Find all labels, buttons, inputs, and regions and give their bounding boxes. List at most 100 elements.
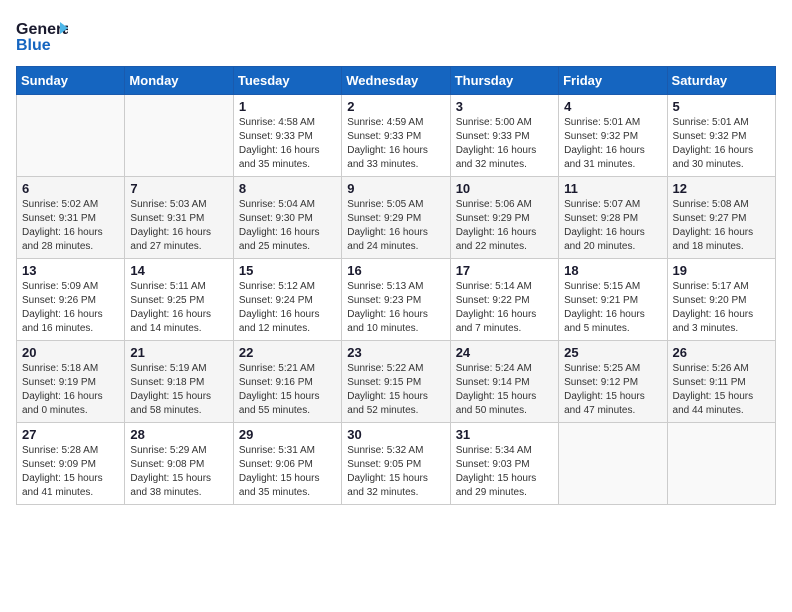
calendar-day-cell: 16 Sunrise: 5:13 AM Sunset: 9:23 PM Dayli… — [342, 259, 450, 341]
day-info: Sunrise: 5:04 AM Sunset: 9:30 PM Dayligh… — [239, 198, 336, 254]
day-number: 4 — [564, 99, 661, 114]
calendar-day-cell: 9 Sunrise: 5:05 AM Sunset: 9:29 PM Daylig… — [342, 177, 450, 259]
day-info: Sunrise: 4:58 AM Sunset: 9:33 PM Dayligh… — [239, 116, 336, 172]
calendar-day-cell: 6Sunrise: 5:02 AM Sunset: 9:31 PM Daylig… — [17, 177, 125, 259]
calendar-day-cell: 3 Sunrise: 5:00 AM Sunset: 9:33 PM Daylig… — [450, 95, 558, 177]
day-number: 10 — [456, 181, 553, 196]
calendar-table: SundayMondayTuesdayWednesdayThursdayFrid… — [16, 66, 776, 505]
day-number: 27 — [22, 427, 119, 442]
calendar-week-row: 20 Sunrise: 5:18 AM Sunset: 9:19 PM Dayli… — [17, 341, 776, 423]
weekday-header-row: SundayMondayTuesdayWednesdayThursdayFrid… — [17, 67, 776, 95]
day-info: Sunrise: 4:59 AM Sunset: 9:33 PM Dayligh… — [347, 116, 444, 172]
day-number: 8 — [239, 181, 336, 196]
calendar-day-cell — [667, 423, 775, 505]
day-number: 9 — [347, 181, 444, 196]
day-number: 22 — [239, 345, 336, 360]
day-number: 29 — [239, 427, 336, 442]
calendar-day-cell: 18 Sunrise: 5:15 AM Sunset: 9:21 PM Dayli… — [559, 259, 667, 341]
calendar-day-cell: 11 Sunrise: 5:07 AM Sunset: 9:28 PM Dayli… — [559, 177, 667, 259]
day-info: Sunrise: 5:15 AM Sunset: 9:21 PM Dayligh… — [564, 280, 661, 336]
day-number: 16 — [347, 263, 444, 278]
day-number: 30 — [347, 427, 444, 442]
logo: General Blue — [16, 16, 68, 54]
day-info: Sunrise: 5:12 AM Sunset: 9:24 PM Dayligh… — [239, 280, 336, 336]
day-number: 19 — [673, 263, 770, 278]
day-info: Sunrise: 5:07 AM Sunset: 9:28 PM Dayligh… — [564, 198, 661, 254]
day-number: 28 — [130, 427, 227, 442]
day-number: 17 — [456, 263, 553, 278]
calendar-day-cell: 26Sunrise: 5:26 AM Sunset: 9:11 PM Dayli… — [667, 341, 775, 423]
day-info: Sunrise: 5:05 AM Sunset: 9:29 PM Dayligh… — [347, 198, 444, 254]
day-info: Sunrise: 5:31 AM Sunset: 9:06 PM Dayligh… — [239, 444, 336, 500]
day-number: 11 — [564, 181, 661, 196]
calendar-day-cell: 31Sunrise: 5:34 AM Sunset: 9:03 PM Dayli… — [450, 423, 558, 505]
calendar-day-cell: 12Sunrise: 5:08 AM Sunset: 9:27 PM Dayli… — [667, 177, 775, 259]
day-info: Sunrise: 5:13 AM Sunset: 9:23 PM Dayligh… — [347, 280, 444, 336]
calendar-day-cell: 8 Sunrise: 5:04 AM Sunset: 9:30 PM Daylig… — [233, 177, 341, 259]
calendar-day-cell: 19 Sunrise: 5:17 AM Sunset: 9:20 PM Dayli… — [667, 259, 775, 341]
day-number: 12 — [673, 181, 770, 196]
calendar-day-cell: 22 Sunrise: 5:21 AM Sunset: 9:16 PM Dayli… — [233, 341, 341, 423]
day-info: Sunrise: 5:32 AM Sunset: 9:05 PM Dayligh… — [347, 444, 444, 500]
weekday-header: Monday — [125, 67, 233, 95]
calendar-day-cell — [125, 95, 233, 177]
day-info: Sunrise: 5:34 AM Sunset: 9:03 PM Dayligh… — [456, 444, 553, 500]
day-info: Sunrise: 5:11 AM Sunset: 9:25 PM Dayligh… — [130, 280, 227, 336]
logo-svg: General Blue — [16, 16, 68, 54]
day-number: 24 — [456, 345, 553, 360]
svg-text:Blue: Blue — [16, 37, 51, 54]
day-number: 5 — [673, 99, 770, 114]
day-number: 1 — [239, 99, 336, 114]
calendar-day-cell: 23 Sunrise: 5:22 AM Sunset: 9:15 PM Dayli… — [342, 341, 450, 423]
weekday-header: Wednesday — [342, 67, 450, 95]
page-header: General Blue — [16, 16, 776, 54]
weekday-header: Thursday — [450, 67, 558, 95]
weekday-header: Sunday — [17, 67, 125, 95]
day-info: Sunrise: 5:22 AM Sunset: 9:15 PM Dayligh… — [347, 362, 444, 418]
calendar-week-row: 27Sunrise: 5:28 AM Sunset: 9:09 PM Dayli… — [17, 423, 776, 505]
day-info: Sunrise: 5:17 AM Sunset: 9:20 PM Dayligh… — [673, 280, 770, 336]
day-info: Sunrise: 5:18 AM Sunset: 9:19 PM Dayligh… — [22, 362, 119, 418]
day-number: 20 — [22, 345, 119, 360]
day-number: 18 — [564, 263, 661, 278]
calendar-day-cell: 20 Sunrise: 5:18 AM Sunset: 9:19 PM Dayli… — [17, 341, 125, 423]
calendar-day-cell: 21 Sunrise: 5:19 AM Sunset: 9:18 PM Dayli… — [125, 341, 233, 423]
day-info: Sunrise: 5:19 AM Sunset: 9:18 PM Dayligh… — [130, 362, 227, 418]
day-info: Sunrise: 5:06 AM Sunset: 9:29 PM Dayligh… — [456, 198, 553, 254]
calendar-day-cell — [559, 423, 667, 505]
day-info: Sunrise: 5:01 AM Sunset: 9:32 PM Dayligh… — [673, 116, 770, 172]
day-info: Sunrise: 5:24 AM Sunset: 9:14 PM Dayligh… — [456, 362, 553, 418]
calendar-day-cell: 27Sunrise: 5:28 AM Sunset: 9:09 PM Dayli… — [17, 423, 125, 505]
day-number: 21 — [130, 345, 227, 360]
day-info: Sunrise: 5:03 AM Sunset: 9:31 PM Dayligh… — [130, 198, 227, 254]
day-number: 7 — [130, 181, 227, 196]
calendar-week-row: 6Sunrise: 5:02 AM Sunset: 9:31 PM Daylig… — [17, 177, 776, 259]
day-info: Sunrise: 5:21 AM Sunset: 9:16 PM Dayligh… — [239, 362, 336, 418]
day-info: Sunrise: 5:09 AM Sunset: 9:26 PM Dayligh… — [22, 280, 119, 336]
calendar-day-cell: 25 Sunrise: 5:25 AM Sunset: 9:12 PM Dayli… — [559, 341, 667, 423]
day-info: Sunrise: 5:00 AM Sunset: 9:33 PM Dayligh… — [456, 116, 553, 172]
calendar-day-cell: 5 Sunrise: 5:01 AM Sunset: 9:32 PM Daylig… — [667, 95, 775, 177]
calendar-day-cell: 2 Sunrise: 4:59 AM Sunset: 9:33 PM Daylig… — [342, 95, 450, 177]
day-number: 2 — [347, 99, 444, 114]
weekday-header: Tuesday — [233, 67, 341, 95]
day-number: 13 — [22, 263, 119, 278]
day-number: 23 — [347, 345, 444, 360]
day-info: Sunrise: 5:02 AM Sunset: 9:31 PM Dayligh… — [22, 198, 119, 254]
day-number: 26 — [673, 345, 770, 360]
day-number: 3 — [456, 99, 553, 114]
calendar-week-row: 13 Sunrise: 5:09 AM Sunset: 9:26 PM Dayli… — [17, 259, 776, 341]
weekday-header: Saturday — [667, 67, 775, 95]
calendar-day-cell: 17Sunrise: 5:14 AM Sunset: 9:22 PM Dayli… — [450, 259, 558, 341]
calendar-day-cell: 13 Sunrise: 5:09 AM Sunset: 9:26 PM Dayli… — [17, 259, 125, 341]
calendar-day-cell: 28Sunrise: 5:29 AM Sunset: 9:08 PM Dayli… — [125, 423, 233, 505]
day-info: Sunrise: 5:25 AM Sunset: 9:12 PM Dayligh… — [564, 362, 661, 418]
calendar-day-cell: 14Sunrise: 5:11 AM Sunset: 9:25 PM Dayli… — [125, 259, 233, 341]
day-number: 25 — [564, 345, 661, 360]
calendar-day-cell: 1 Sunrise: 4:58 AM Sunset: 9:33 PM Daylig… — [233, 95, 341, 177]
calendar-day-cell: 4 Sunrise: 5:01 AM Sunset: 9:32 PM Daylig… — [559, 95, 667, 177]
calendar-day-cell: 24 Sunrise: 5:24 AM Sunset: 9:14 PM Dayli… — [450, 341, 558, 423]
day-info: Sunrise: 5:01 AM Sunset: 9:32 PM Dayligh… — [564, 116, 661, 172]
calendar-week-row: 1 Sunrise: 4:58 AM Sunset: 9:33 PM Daylig… — [17, 95, 776, 177]
calendar-day-cell: 10 Sunrise: 5:06 AM Sunset: 9:29 PM Dayli… — [450, 177, 558, 259]
